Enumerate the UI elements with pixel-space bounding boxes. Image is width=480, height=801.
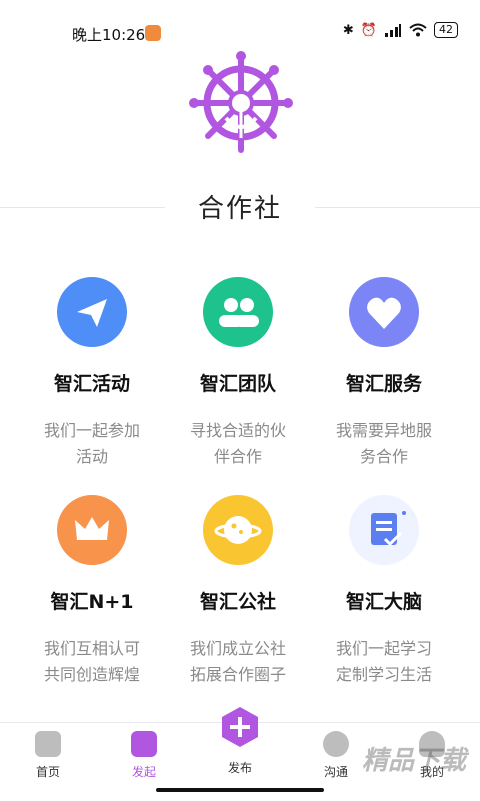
status-icons: ✱ ⏰ 42 bbox=[343, 22, 458, 38]
card-title: 智汇公社 bbox=[199, 591, 276, 613]
card-desc: 我需要异地服务合作 bbox=[335, 421, 432, 466]
watermark: 精品下载 bbox=[362, 746, 467, 776]
tab-label: 发布 bbox=[227, 761, 252, 775]
people-icon bbox=[203, 277, 273, 347]
wifi-icon bbox=[409, 23, 427, 37]
alarm-icon: ⏰ bbox=[360, 22, 377, 38]
card-title: 智汇团队 bbox=[199, 373, 276, 395]
plus-icon bbox=[222, 707, 258, 747]
card-service[interactable]: 智汇服务 我需要异地服务合作 bbox=[304, 277, 464, 470]
paper-plane-icon bbox=[57, 277, 127, 347]
planet-icon bbox=[203, 495, 273, 565]
card-commune[interactable]: 智汇公社 我们成立公社拓展合作圈子 bbox=[158, 495, 318, 688]
status-time: 晚上10:26 bbox=[72, 26, 146, 44]
tab-label: 首页 bbox=[35, 765, 60, 779]
card-desc: 寻找合适的伙伴合作 bbox=[189, 421, 286, 466]
chat-icon bbox=[323, 731, 349, 757]
ship-wheel-logo bbox=[189, 51, 293, 153]
card-title: 智汇服务 bbox=[345, 373, 422, 395]
card-desc: 我们一起学习定制学习生活 bbox=[335, 639, 432, 684]
page-title-row: 合作社 bbox=[0, 188, 480, 228]
card-desc: 我们成立公社拓展合作圈子 bbox=[189, 639, 286, 684]
tab-initiate[interactable]: 发起 bbox=[104, 731, 184, 780]
card-team[interactable]: 智汇团队 寻找合适的伙伴合作 bbox=[158, 277, 318, 470]
tab-publish[interactable]: 发布 bbox=[220, 705, 260, 776]
tab-home[interactable]: 首页 bbox=[8, 731, 88, 780]
home-icon bbox=[35, 731, 61, 757]
tab-label: 沟通 bbox=[323, 765, 348, 779]
bluetooth-icon: ✱ bbox=[342, 22, 354, 38]
card-title: 智汇大脑 bbox=[345, 591, 422, 613]
card-n-plus-one[interactable]: 智汇N+1 我们互相认可共同创造辉煌 bbox=[12, 495, 172, 688]
tab-label: 发起 bbox=[131, 765, 156, 779]
document-icon bbox=[349, 495, 419, 565]
card-desc: 我们互相认可共同创造辉煌 bbox=[43, 639, 140, 684]
signal-icon bbox=[385, 24, 401, 37]
card-desc: 我们一起参加活动 bbox=[43, 421, 140, 466]
home-indicator bbox=[156, 788, 324, 792]
card-brain[interactable]: 智汇大脑 我们一起学习定制学习生活 bbox=[304, 495, 464, 688]
battery-icon: 42 bbox=[434, 22, 458, 38]
heart-icon bbox=[349, 277, 419, 347]
crown-icon bbox=[57, 495, 127, 565]
card-activity[interactable]: 智汇活动 我们一起参加活动 bbox=[12, 277, 172, 470]
notification-icon bbox=[145, 25, 161, 41]
card-title: 智汇N+1 bbox=[50, 591, 134, 613]
page-title: 合作社 bbox=[197, 194, 282, 224]
card-title: 智汇活动 bbox=[53, 373, 130, 395]
cube-icon bbox=[131, 731, 157, 757]
